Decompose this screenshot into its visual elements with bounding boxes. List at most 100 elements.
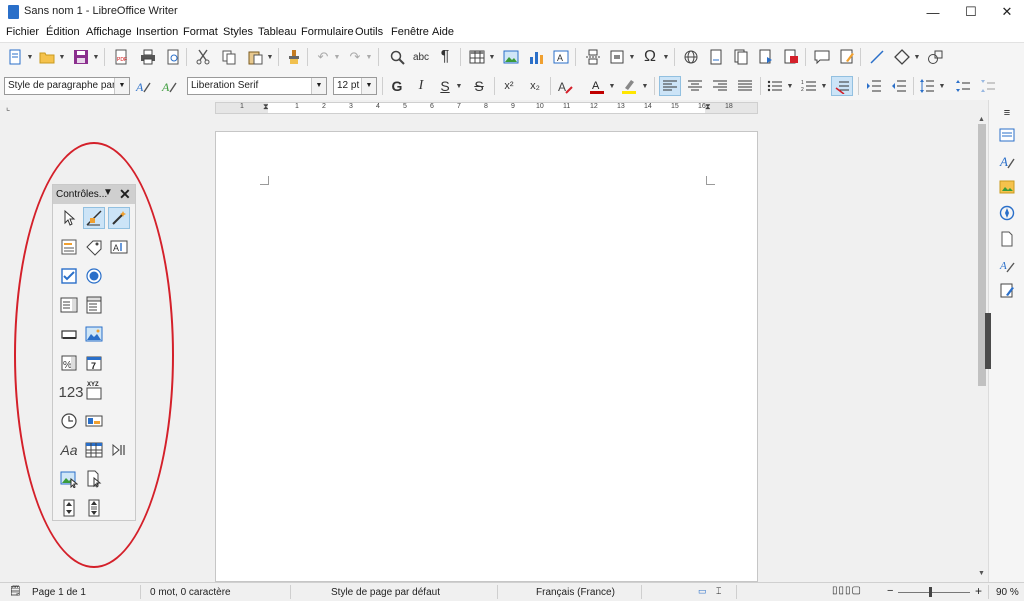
image-button-icon[interactable] bbox=[83, 323, 105, 345]
form-controls-header[interactable]: Contrôles... ▼ ✕ bbox=[53, 185, 135, 204]
menu-fenetre[interactable]: Fenêtre bbox=[391, 26, 429, 38]
styles-icon[interactable]: A bbox=[998, 152, 1016, 170]
pattern-field-icon[interactable]: XYZ bbox=[83, 381, 105, 403]
insert-chart-icon[interactable] bbox=[527, 48, 545, 66]
document-page[interactable] bbox=[215, 131, 758, 582]
increase-indent-icon[interactable] bbox=[865, 77, 883, 95]
currency-field-icon[interactable] bbox=[83, 410, 105, 432]
justify-icon[interactable] bbox=[736, 77, 754, 95]
bullets-dropdown-icon[interactable]: ▼ bbox=[786, 77, 794, 95]
basic-shapes-icon[interactable] bbox=[893, 48, 911, 66]
insert-mode-icon[interactable]: ▭ bbox=[698, 586, 707, 597]
zoom-in-icon[interactable]: + bbox=[975, 584, 982, 598]
checkbox-control-icon[interactable] bbox=[58, 265, 80, 287]
export-pdf-icon[interactable]: PDF bbox=[112, 48, 130, 66]
field-dropdown-icon[interactable]: ▼ bbox=[628, 48, 636, 66]
redo-dropdown-icon[interactable]: ▼ bbox=[365, 48, 373, 66]
navigator-icon[interactable] bbox=[998, 204, 1016, 222]
underline-dropdown-icon[interactable]: ▼ bbox=[455, 77, 463, 95]
option-button-icon[interactable] bbox=[83, 265, 105, 287]
show-changes-icon[interactable] bbox=[782, 48, 800, 66]
undo-dropdown-icon[interactable]: ▼ bbox=[333, 48, 341, 66]
highlight-dropdown-icon[interactable]: ▼ bbox=[641, 77, 649, 95]
tab-stop-selector-icon[interactable]: ⌞ bbox=[6, 102, 10, 113]
print-preview-icon[interactable] bbox=[164, 48, 182, 66]
formatting-marks-icon[interactable]: ¶ bbox=[436, 48, 454, 66]
open-folder-icon[interactable] bbox=[38, 48, 56, 66]
page-info-icon[interactable]: 🗒 bbox=[9, 586, 22, 597]
menu-affichage[interactable]: Affichage bbox=[86, 26, 132, 38]
superscript-button[interactable]: x² bbox=[500, 77, 518, 95]
clear-formatting-icon[interactable]: A bbox=[556, 77, 574, 95]
maximize-button[interactable]: ☐ bbox=[954, 0, 988, 24]
table-control-icon[interactable] bbox=[83, 439, 105, 461]
subscript-button[interactable]: x₂ bbox=[526, 77, 544, 95]
right-indent-marker-icon[interactable]: ⧗ bbox=[705, 102, 711, 112]
font-color-icon[interactable]: A bbox=[588, 77, 606, 95]
paragraph-style-combo[interactable]: Style de paragraphe par défaut ▼ bbox=[4, 77, 130, 95]
form-design-icon[interactable] bbox=[58, 236, 80, 258]
bullet-list-icon[interactable] bbox=[766, 77, 784, 95]
date-field-icon[interactable]: 7 bbox=[83, 352, 105, 374]
list-box-icon[interactable] bbox=[58, 294, 80, 316]
no-list-button[interactable] bbox=[831, 76, 853, 96]
sidebar-collapse-handle[interactable] bbox=[985, 313, 991, 369]
shapes-dropdown-icon[interactable]: ▼ bbox=[913, 48, 921, 66]
properties-icon[interactable] bbox=[998, 126, 1016, 144]
table-dropdown-icon[interactable]: ▼ bbox=[488, 48, 496, 66]
word-count[interactable]: 0 mot, 0 caractère bbox=[150, 587, 231, 598]
increase-paragraph-spacing-icon[interactable] bbox=[954, 77, 972, 95]
copy-icon[interactable] bbox=[220, 48, 238, 66]
text-box-control-icon[interactable]: A bbox=[108, 236, 130, 258]
print-icon[interactable] bbox=[139, 48, 157, 66]
line-spacing-dropdown-icon[interactable]: ▼ bbox=[938, 77, 946, 95]
numeric-field-icon[interactable]: 123 bbox=[58, 381, 84, 403]
clone-formatting-icon[interactable] bbox=[285, 48, 303, 66]
hyperlink-icon[interactable] bbox=[682, 48, 700, 66]
menu-insertion[interactable]: Insertion bbox=[136, 26, 178, 38]
menu-outils[interactable]: Outils bbox=[355, 26, 383, 38]
style-inspector-icon[interactable]: A bbox=[998, 256, 1016, 274]
paste-dropdown-icon[interactable]: ▼ bbox=[266, 48, 274, 66]
menu-edition[interactable]: Édition bbox=[46, 26, 80, 38]
numbered-list-icon[interactable]: 12 bbox=[800, 77, 818, 95]
navigation-bar-icon[interactable] bbox=[108, 439, 130, 461]
track-changes-icon[interactable] bbox=[757, 48, 775, 66]
update-style-icon[interactable]: A bbox=[134, 77, 152, 95]
zoom-slider[interactable] bbox=[898, 592, 970, 593]
save-icon[interactable] bbox=[72, 48, 90, 66]
new-dropdown-icon[interactable]: ▼ bbox=[26, 48, 34, 66]
insert-page-break-icon[interactable] bbox=[584, 48, 602, 66]
close-icon[interactable]: ✕ bbox=[119, 186, 131, 203]
selection-mode-icon[interactable]: ⌶ bbox=[716, 586, 721, 597]
menu-fichier[interactable]: Fichier bbox=[6, 26, 39, 38]
zoom-out-icon[interactable]: − bbox=[887, 585, 893, 597]
insert-line-icon[interactable] bbox=[868, 48, 886, 66]
special-character-icon[interactable]: Ω bbox=[641, 48, 659, 66]
view-layout-icon[interactable]: ▯▯▯▢ bbox=[832, 585, 862, 596]
italic-button[interactable]: I bbox=[412, 77, 430, 95]
manage-changes-icon[interactable] bbox=[998, 282, 1016, 300]
menu-aide[interactable]: Aide bbox=[432, 26, 454, 38]
endnote-icon[interactable] bbox=[732, 48, 750, 66]
page-icon[interactable] bbox=[998, 230, 1016, 248]
spin-button-icon[interactable] bbox=[58, 497, 80, 519]
sidebar-menu-icon[interactable]: ≡ bbox=[998, 104, 1016, 122]
page-count[interactable]: Page 1 de 1 bbox=[32, 587, 86, 598]
paste-icon[interactable] bbox=[246, 48, 264, 66]
line-spacing-icon[interactable] bbox=[918, 77, 936, 95]
new-style-icon[interactable]: A bbox=[160, 77, 178, 95]
menu-styles[interactable]: Styles bbox=[223, 26, 253, 38]
font-color-dropdown-icon[interactable]: ▼ bbox=[608, 77, 616, 95]
menu-formulaire[interactable]: Formulaire bbox=[301, 26, 354, 38]
chevron-down-icon[interactable]: ▼ bbox=[361, 78, 376, 94]
footnote-icon[interactable] bbox=[707, 48, 725, 66]
spelling-icon[interactable]: abc bbox=[412, 48, 430, 66]
undo-icon[interactable]: ↶ bbox=[314, 48, 332, 66]
decrease-paragraph-spacing-icon[interactable] bbox=[979, 77, 997, 95]
close-button[interactable]: ✕ bbox=[990, 0, 1024, 24]
zoom-slider-knob[interactable] bbox=[929, 587, 932, 597]
page-style[interactable]: Style de page par défaut bbox=[331, 587, 440, 598]
language[interactable]: Français (France) bbox=[536, 587, 615, 598]
chevron-down-icon[interactable]: ▼ bbox=[311, 78, 326, 94]
